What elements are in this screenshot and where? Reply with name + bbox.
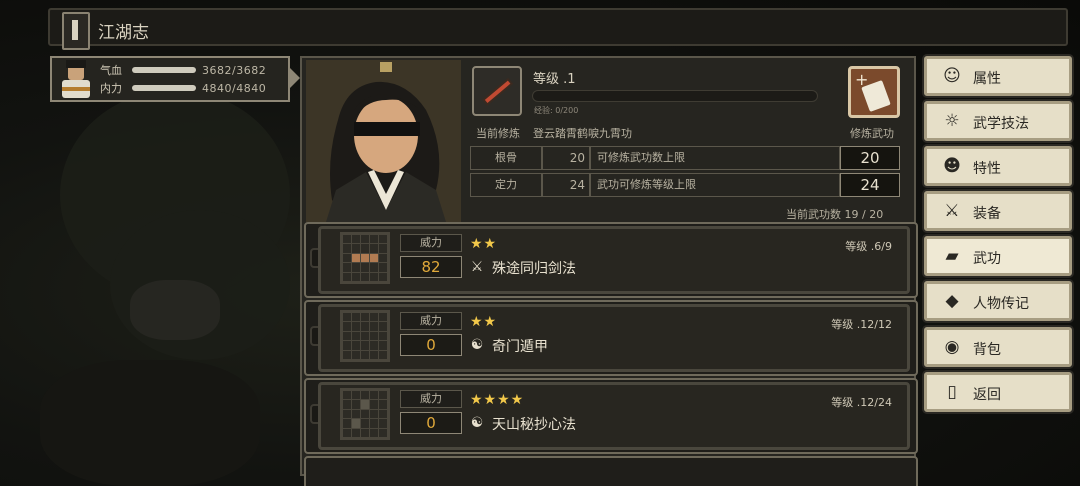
door-icon: ▯ [947,382,957,402]
book-plus-icon: + [855,70,891,112]
book-icon: ▰ [945,246,959,266]
train-skill-button[interactable]: + [848,66,900,118]
bag-icon: ◉ [944,337,960,357]
skill-level: 等级 .12/12 [831,318,892,331]
person-trait-icon: ☻ [943,156,961,176]
mp-bar [132,85,196,91]
attribute-limit: 20 [840,146,900,170]
attribute-name: 定力 [470,173,542,197]
power-value: 0 [400,412,462,434]
skill-card[interactable] [304,456,918,486]
menu-label: 属性 [973,71,1001,87]
skill-shape-grid [340,388,390,440]
menu-label: 人物传记 [973,296,1029,312]
attribute-row: 定力 24 武功可修炼等级上限 24 [470,173,902,197]
skill-level: 等级 .6/9 [845,240,892,253]
menu-label: 武功 [973,251,1001,267]
attribute-desc: 武功可修炼等级上限 [590,173,840,197]
skill-shape-grid [340,232,390,284]
idea-person-icon: ☼ [944,111,960,131]
character-portrait [306,60,461,222]
background-rock [130,280,220,340]
menu-button-4[interactable]: ▰ 武功 [924,236,1072,276]
hp-value: 3682/3682 [202,63,267,77]
power-label: 威力 [400,234,462,252]
menu-button-0[interactable]: ☺ 属性 [924,56,1072,96]
hp-label: 气血 [100,64,122,77]
power-label: 威力 [400,390,462,408]
game-screen: 江湖志 气血 3682/3682 内力 4840/4840 等级 .1 经验: … [0,0,1080,486]
yinyang-icon: ☯ [470,415,484,431]
skill-name: 奇门遁甲 [492,339,548,355]
skill-stars: ★★ [470,314,498,330]
menu-label: 装备 [973,206,1001,222]
skill-name: 天山秘抄心法 [492,417,576,433]
attribute-value: 20 [542,146,590,170]
exp-bar [532,90,818,102]
skill-level: 等级 .12/24 [831,396,892,409]
mp-value: 4840/4840 [202,81,267,95]
scroll-icon [482,77,514,106]
menu-label: 武学技法 [973,116,1029,132]
menu-button-6[interactable]: ◉ 背包 [924,327,1072,367]
person-icon: ☺ [943,66,961,86]
skill-name: 殊途同归剑法 [492,261,576,277]
player-stats-panel[interactable]: 气血 3682/3682 内力 4840/4840 [50,56,300,102]
attribute-value: 24 [542,173,590,197]
player-avatar [58,60,94,100]
current-training-name: 登云踏霄鹤唳九霄功 [533,127,632,140]
book-icon [62,12,90,50]
menu-button-3[interactable]: ⚔ 装备 [924,191,1072,231]
menu-button-2[interactable]: ☻ 特性 [924,146,1072,186]
skill-stars: ★★ [470,236,498,252]
hp-row: 气血 3682/3682 [100,62,266,78]
martial-count: 当前武功数 19 / 20 [786,208,884,221]
scroll-icon: ◆ [945,291,959,311]
attribute-name: 根骨 [470,146,542,170]
exp-text: 经验: 0/200 [534,106,579,115]
attribute-row: 根骨 20 可修炼武功数上限 20 [470,146,902,170]
mp-row: 内力 4840/4840 [100,80,266,96]
page-title: 江湖志 [98,23,149,43]
train-skill-label: 修炼武功 [850,127,894,140]
attribute-desc: 可修炼武功数上限 [590,146,840,170]
skill-stars: ★★★★ [470,392,525,408]
mp-label: 内力 [100,82,122,95]
menu-label: 背包 [973,342,1001,358]
attribute-limit: 24 [840,173,900,197]
background-ground [40,360,260,486]
power-label: 威力 [400,312,462,330]
skill-shape-grid [340,310,390,362]
menu-button-7[interactable]: ▯ 返回 [924,372,1072,412]
power-value: 0 [400,334,462,356]
menu-button-5[interactable]: ◆ 人物传记 [924,281,1072,321]
current-skill-icon-box[interactable] [472,66,522,116]
skill-level-label: 等级 .1 [533,72,576,87]
menu-button-1[interactable]: ☼ 武学技法 [924,101,1072,141]
title-bar: 江湖志 [48,8,1068,50]
menu-label: 返回 [973,387,1001,403]
sword-icon: ⚔ [944,201,960,221]
sword-icon: ⚔ [470,259,484,275]
power-value: 82 [400,256,462,278]
yinyang-icon: ☯ [470,337,484,353]
menu-label: 特性 [973,161,1001,177]
hp-bar [132,67,196,73]
current-training-label: 当前修炼 [476,127,520,140]
